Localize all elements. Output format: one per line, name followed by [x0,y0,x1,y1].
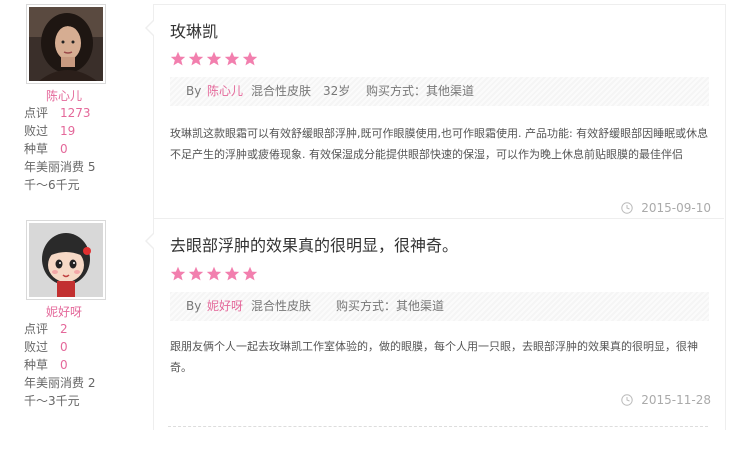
star-icon [242,51,258,66]
avatar[interactable] [26,220,106,300]
star-icon [224,266,240,281]
star-icon [188,266,204,281]
card-pointer [145,232,155,250]
star-icon [170,51,186,66]
meta-purchase: 购买方式：其他渠道 [366,84,475,98]
star-icon [188,51,204,66]
rating-stars [170,51,258,67]
review-title: 玫琳凯 [170,22,219,41]
woman-portrait-avatar-icon [29,7,103,81]
annual-spending: 年美丽消费 2千～3千元 [24,376,96,408]
reviewer-info: 妮好呀 点评 2 败过 0 种草 0 年美丽消费 2千～3千元 [24,220,134,410]
card-pointer [145,19,155,37]
star-icon [206,51,222,66]
star-icon [224,51,240,66]
stat-reviews: 点评 2 [24,322,68,336]
meta-purchase: 购买方式：其他渠道 [336,299,445,313]
meta-by: By [186,299,202,313]
stat-recommended: 种草 0 [24,358,68,372]
meta-skin-type: 混合性皮肤 [251,84,312,98]
reviewer-name[interactable]: 陈心儿 [24,88,104,104]
review-date: 2015-09-10 [621,201,711,215]
review-content: 跟朋友俩个人一起去玫琳凯工作室体验的，做的眼膜，每个人用一只眼，去眼部浮肿的效果… [170,340,698,374]
meta-skin-type: 混合性皮肤 [251,299,312,313]
review-card: 去眼部浮肿的效果真的很明显，很神奇。 By 妮好呀 混合性皮肤 购买方式：其他渠… [145,218,726,430]
rating-stars [170,266,258,282]
reviewer-info: 陈心儿 点评 1273 败过 19 种草 0 年美丽消费 5千～6千元 [24,4,134,194]
date-text: 2015-09-10 [641,201,711,215]
meta-age: 32岁 [323,84,351,98]
review-content: 玫琳凯这款眼霜可以有效舒缓眼部浮肿,既可作眼膜使用,也可作眼霜使用. 产品功能:… [170,127,709,161]
review-title: 去眼部浮肿的效果真的很明显，很神奇。 [170,236,459,255]
stat-recommended: 种草 0 [24,142,68,156]
star-icon [242,266,258,281]
review-meta: By 妮好呀 混合性皮肤 购买方式：其他渠道 [170,292,709,321]
star-icon [170,266,186,281]
review-card: 玫琳凯 By 陈心儿 混合性皮肤 32岁 购买方式：其他渠道 玫琳凯这款眼霜可以… [145,4,726,219]
avatar[interactable] [26,4,106,84]
annual-spending: 年美丽消费 5千～6千元 [24,160,96,192]
review-date: 2015-11-28 [621,393,711,407]
stat-failed: 败过 19 [24,124,76,138]
meta-username[interactable]: 妮好呀 [207,292,243,321]
bottom-divider [168,426,708,427]
meta-username[interactable]: 陈心儿 [207,77,243,106]
review-meta: By 陈心儿 混合性皮肤 32岁 购买方式：其他渠道 [170,77,709,106]
cartoon-girl-avatar-icon [29,223,103,297]
stat-failed: 败过 0 [24,340,68,354]
stat-reviews: 点评 1273 [24,106,91,120]
star-icon [206,266,222,281]
reviewer-name[interactable]: 妮好呀 [24,304,104,320]
clock-icon [621,394,633,406]
date-text: 2015-11-28 [641,393,711,407]
meta-by: By [186,84,202,98]
clock-icon [621,202,633,214]
